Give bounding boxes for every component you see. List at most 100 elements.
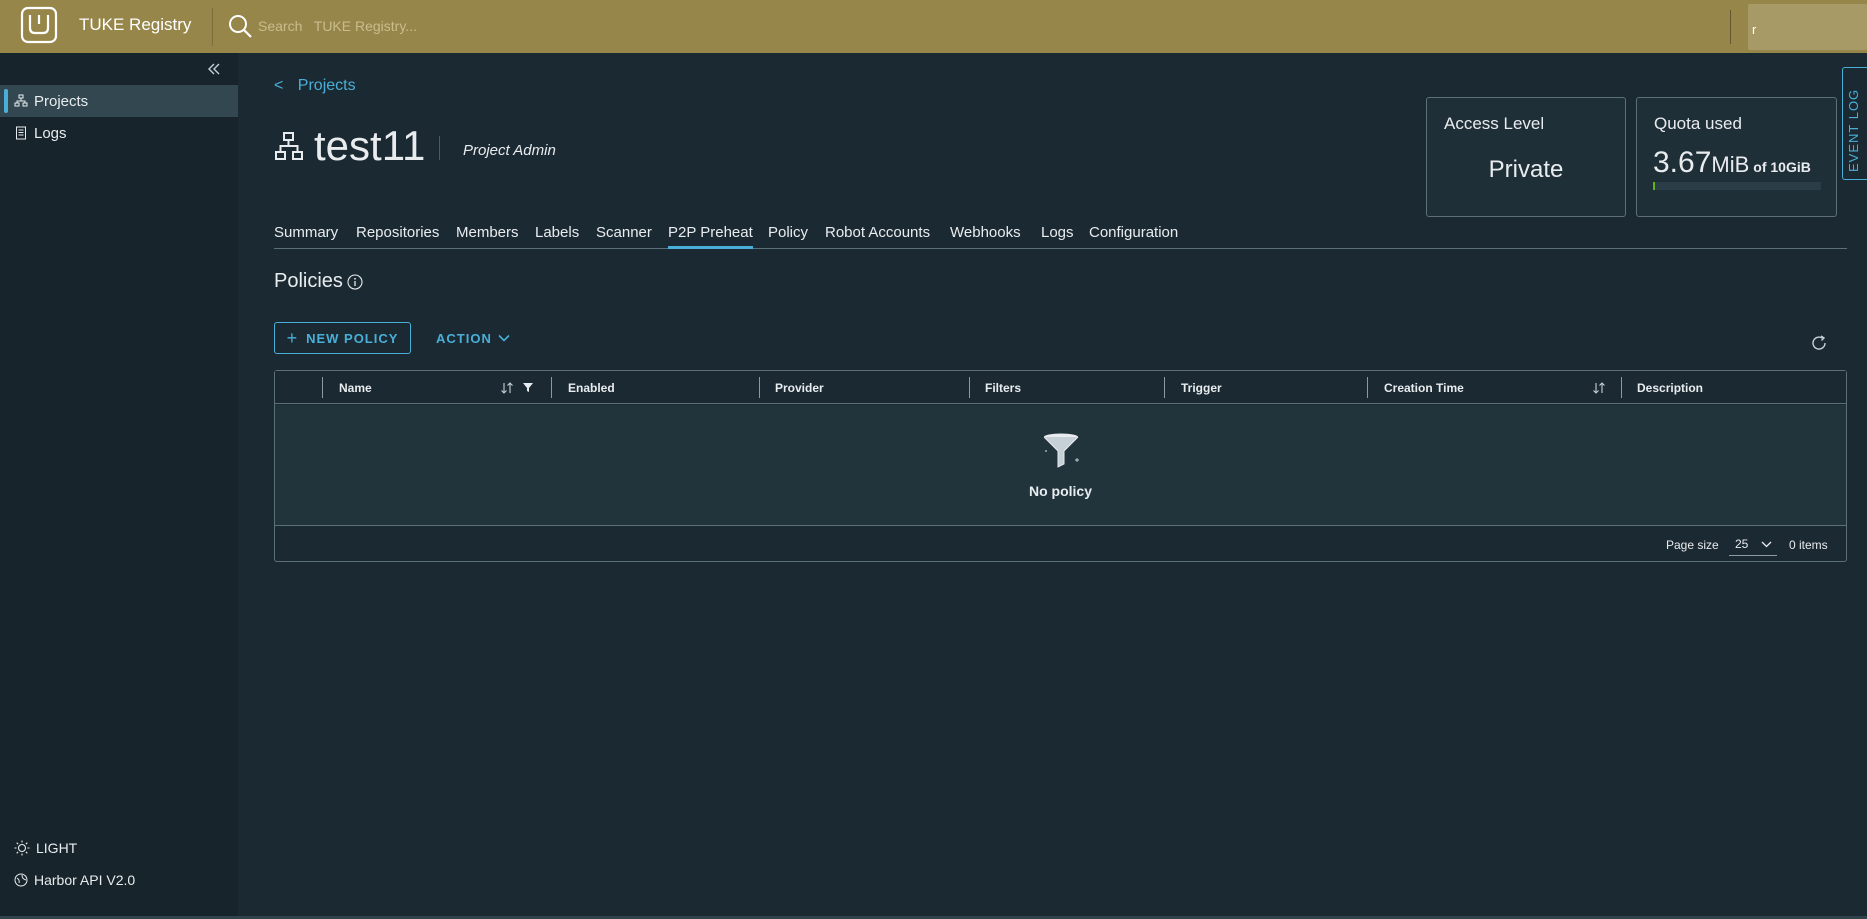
- chevron-left-icon: <: [274, 77, 284, 94]
- sidebar: Projects Logs LIGHT Harbor API V2.0: [0, 53, 238, 919]
- column-separator: [551, 377, 552, 398]
- quota-progress-bar: [1653, 182, 1821, 190]
- quota-used-unit: MiB: [1711, 152, 1750, 177]
- filter-icon[interactable]: [522, 381, 534, 393]
- column-separator: [1367, 377, 1368, 398]
- column-separator: [969, 377, 970, 398]
- header-divider-right: [1730, 10, 1731, 44]
- tab-members[interactable]: Members: [456, 224, 519, 249]
- column-label: Creation Time: [1384, 380, 1464, 395]
- column-separator: [1164, 377, 1165, 398]
- column-header-enabled[interactable]: Enabled: [568, 371, 615, 404]
- quota-value: 3.67MiB of 10GiB: [1653, 146, 1811, 180]
- project-icon: [275, 132, 303, 160]
- user-menu[interactable]: r: [1748, 4, 1867, 50]
- sidebar-item-logs[interactable]: Logs: [0, 117, 238, 149]
- column-label: Description: [1637, 380, 1704, 395]
- action-label: ACTION: [436, 330, 492, 346]
- brand-title[interactable]: TUKE Registry: [79, 15, 191, 35]
- event-log-label: EVENT LOG: [1846, 88, 1861, 172]
- quota-card: Quota used 3.67MiB of 10GiB: [1636, 97, 1837, 217]
- tab-scanner[interactable]: Scanner: [596, 224, 652, 249]
- quota-progress-fill: [1653, 182, 1655, 190]
- access-level-title: Access Level: [1444, 114, 1545, 133]
- column-label: Enabled: [568, 380, 615, 395]
- page-size-select[interactable]: 25: [1729, 534, 1777, 556]
- empty-state-text: No policy: [1028, 483, 1092, 499]
- title-divider: [439, 136, 440, 160]
- collapse-sidebar-icon[interactable]: [206, 61, 222, 77]
- page-size-value: 25: [1735, 537, 1749, 551]
- breadcrumb-projects-link[interactable]: Projects: [298, 77, 356, 94]
- column-label: Name: [339, 380, 372, 395]
- column-separator: [1621, 377, 1622, 398]
- top-header: TUKE Registry r: [0, 0, 1867, 53]
- plus-icon: +: [286, 327, 299, 348]
- policies-table: Name Enabled Provider Filters Trigger Cr…: [274, 370, 1847, 562]
- column-label: Provider: [775, 380, 824, 395]
- sort-icon[interactable]: [1592, 381, 1606, 395]
- page-size-label: Page size: [1666, 538, 1719, 552]
- access-level-value: Private: [1488, 156, 1564, 183]
- tab-robot-accounts[interactable]: Robot Accounts: [825, 224, 930, 249]
- api-link-label: Harbor API V2.0: [34, 872, 136, 888]
- info-icon[interactable]: [347, 273, 363, 290]
- column-separator: [322, 377, 323, 398]
- api-link[interactable]: Harbor API V2.0: [14, 872, 135, 888]
- action-dropdown-button[interactable]: ACTION: [426, 322, 520, 354]
- logs-icon: [16, 126, 26, 140]
- refresh-icon[interactable]: [1810, 334, 1828, 352]
- column-separator: [759, 377, 760, 398]
- sun-icon: [14, 840, 30, 856]
- quota-used-number: 3.67: [1653, 146, 1712, 179]
- access-level-card: Access Level Private: [1426, 97, 1626, 217]
- project-tabs: Summary Repositories Members Labels Scan…: [274, 222, 1847, 249]
- user-initial: r: [1752, 22, 1757, 37]
- page-title: test11: [314, 122, 426, 169]
- search-input[interactable]: [258, 14, 678, 38]
- items-count: 0 items: [1789, 538, 1828, 552]
- chevron-down-icon: [1761, 541, 1772, 548]
- new-policy-label: NEW POLICY: [306, 330, 399, 346]
- tab-logs[interactable]: Logs: [1041, 224, 1074, 249]
- projects-icon: [14, 94, 28, 107]
- quota-limit: of 10GiB: [1753, 159, 1811, 175]
- api-icon: [14, 873, 28, 887]
- column-header-creation-time[interactable]: Creation Time: [1384, 371, 1464, 404]
- new-policy-button[interactable]: + NEW POLICY: [274, 322, 411, 354]
- table-header: Name Enabled Provider Filters Trigger Cr…: [275, 371, 1846, 404]
- sort-icon[interactable]: [500, 381, 514, 395]
- breadcrumb[interactable]: < Projects: [274, 77, 356, 95]
- column-header-filters[interactable]: Filters: [985, 371, 1021, 404]
- theme-toggle[interactable]: LIGHT: [14, 840, 77, 856]
- tab-policy[interactable]: Policy: [768, 224, 808, 249]
- project-role: Project Admin: [463, 142, 556, 159]
- header-divider: [212, 8, 213, 46]
- harbor-logo-icon[interactable]: [20, 6, 58, 44]
- tab-labels[interactable]: Labels: [535, 224, 579, 249]
- sidebar-item-label: Projects: [34, 92, 89, 110]
- column-label: Filters: [985, 380, 1022, 395]
- table-body-empty: No policy: [275, 405, 1846, 526]
- column-header-provider[interactable]: Provider: [775, 371, 824, 404]
- search-icon: [229, 15, 252, 38]
- table-footer: Page size 25 0 items: [275, 526, 1846, 562]
- policies-title-text: Policies: [274, 270, 343, 292]
- column-header-trigger[interactable]: Trigger: [1181, 371, 1222, 404]
- sidebar-item-label: Logs: [34, 124, 67, 142]
- column-label: Trigger: [1181, 380, 1222, 395]
- chevron-down-icon: [498, 334, 510, 342]
- sidebar-item-projects[interactable]: Projects: [0, 85, 238, 117]
- tab-p2p-preheat[interactable]: P2P Preheat: [668, 224, 753, 249]
- column-header-description[interactable]: Description: [1637, 371, 1703, 404]
- empty-filter-icon: [1043, 433, 1079, 468]
- quota-title: Quota used: [1654, 114, 1742, 133]
- tab-summary[interactable]: Summary: [274, 224, 338, 249]
- tab-webhooks[interactable]: Webhooks: [950, 224, 1021, 249]
- policies-title: Policies: [274, 270, 363, 293]
- tab-repositories[interactable]: Repositories: [356, 224, 439, 249]
- theme-toggle-label: LIGHT: [36, 840, 78, 856]
- event-log-tab[interactable]: EVENT LOG: [1842, 67, 1867, 180]
- tab-configuration[interactable]: Configuration: [1089, 224, 1178, 249]
- column-header-name[interactable]: Name: [339, 371, 372, 404]
